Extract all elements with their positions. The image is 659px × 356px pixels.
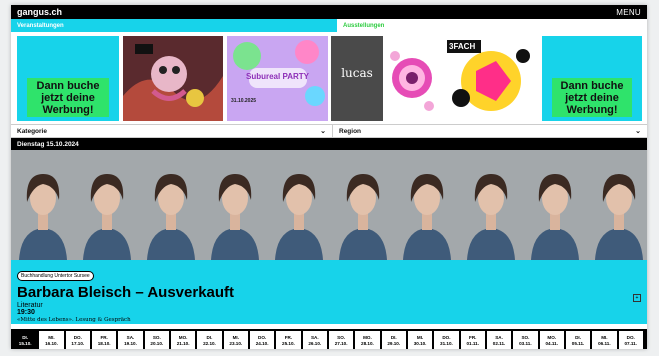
- day-date: 23.10.: [229, 340, 243, 346]
- ad-cta-right: Dann buche jetzt deine Werbung!: [552, 78, 632, 117]
- day-date: 28.10.: [361, 340, 374, 346]
- day-date: 22.10.: [203, 340, 216, 346]
- day-item[interactable]: SA. 02.11.: [486, 331, 514, 349]
- ad-placeholder-left[interactable]: Dann buche jetzt deine Werbung!: [17, 36, 119, 121]
- 3fach-word: 3FACH: [449, 42, 476, 51]
- day-item[interactable]: MO. 04.11.: [539, 331, 566, 349]
- day-item[interactable]: DI. 22.10.: [197, 331, 224, 349]
- poster-artwork-1[interactable]: [123, 36, 223, 121]
- chevron-down-icon: ⌄: [320, 128, 326, 135]
- region-dropdown[interactable]: Region ⌄: [333, 125, 647, 137]
- party-date: 31.10.2025: [231, 98, 257, 104]
- day-item[interactable]: DI. 29.10.: [381, 331, 408, 349]
- event-description: «Mitte des Lebens». Lesung & Gespräch: [17, 317, 131, 323]
- day-item[interactable]: SO. 03.11.: [513, 331, 540, 349]
- artwork-image: [123, 36, 223, 121]
- browser-page: gangus.ch MENU Veranstaltungen Ausstellu…: [11, 5, 647, 349]
- ad-carousel: Dann buche jetzt deine Werbung! Subureal…: [11, 32, 647, 124]
- portrait-image: [203, 150, 267, 260]
- day-selector: DI. 15.10. MI. 16.10. DO. 17.10. FR. 18.10. SA. 1…: [11, 329, 647, 349]
- day-date: 21.10.: [176, 340, 190, 346]
- portrait-image: [459, 150, 523, 260]
- ad-cta-left: Dann buche jetzt deine Werbung!: [27, 78, 109, 117]
- region-label: Region: [339, 127, 362, 135]
- top-bar: gangus.ch MENU: [11, 5, 647, 19]
- day-item[interactable]: FR. 01.11.: [460, 331, 487, 349]
- day-item[interactable]: DO. 17.10.: [65, 331, 92, 349]
- venue-tag[interactable]: Buchhandlung Untertor Sursee: [17, 271, 94, 281]
- day-item[interactable]: MO. 21.10.: [170, 331, 198, 349]
- flower-pattern-image: [390, 51, 434, 111]
- day-date: 19.10.: [124, 340, 137, 346]
- category-label: Kategorie: [17, 127, 47, 135]
- day-date: 01.11.: [466, 340, 479, 346]
- tab-ausstellungen[interactable]: Ausstellungen: [337, 19, 647, 32]
- category-dropdown[interactable]: Kategorie ⌄: [11, 125, 333, 137]
- day-item[interactable]: DO. 31.10.: [434, 331, 461, 349]
- date-heading: Dienstag 15.10.2024: [11, 138, 647, 150]
- day-date: 05.11.: [571, 340, 585, 346]
- portrait-image: [11, 150, 75, 260]
- day-date: 02.11.: [492, 340, 506, 346]
- day-item[interactable]: DI. 15.10.: [13, 331, 40, 349]
- day-date: 26.10.: [308, 340, 322, 346]
- day-date: 27.10.: [334, 340, 348, 346]
- portrait-image: [267, 150, 331, 260]
- site-logo[interactable]: gangus.ch: [17, 7, 62, 17]
- day-date: 30.10.: [413, 340, 427, 346]
- day-date: 04.11.: [545, 340, 558, 346]
- day-item[interactable]: SA. 26.10.: [302, 331, 329, 349]
- event-info-panel[interactable]: Buchhandlung Untertor Sursee Barbara Ble…: [11, 260, 647, 324]
- day-date: 18.10.: [97, 340, 111, 346]
- poster-3fach[interactable]: 3FACH: [441, 36, 539, 121]
- day-date: 31.10.: [440, 340, 453, 346]
- day-date: 03.11.: [519, 340, 532, 346]
- day-date: 20.10.: [150, 340, 164, 346]
- portrait-image: [395, 150, 459, 260]
- event-category: Literatur: [17, 302, 43, 309]
- day-date: 07.11.: [624, 340, 637, 346]
- day-item[interactable]: FR. 25.10.: [276, 331, 303, 349]
- portrait-image: [523, 150, 587, 260]
- day-date: 25.10.: [282, 340, 295, 346]
- party-title: Subureal PARTY: [246, 72, 309, 81]
- portrait-image: [75, 150, 139, 260]
- day-date: 29.10.: [387, 340, 401, 346]
- day-item[interactable]: MI. 16.10.: [39, 331, 66, 349]
- day-item[interactable]: MI. 06.11.: [592, 331, 619, 349]
- day-item[interactable]: FR. 18.10.: [91, 331, 119, 349]
- section-tabs: Veranstaltungen Ausstellungen: [11, 19, 647, 32]
- poster-flower[interactable]: [385, 36, 439, 121]
- day-item[interactable]: SO. 27.10.: [328, 331, 356, 349]
- day-date: 17.10.: [71, 340, 85, 346]
- day-item[interactable]: MO. 28.10.: [355, 331, 382, 349]
- filter-bar: Kategorie ⌄ Region ⌄: [11, 124, 647, 138]
- lucas-word: lucas: [341, 66, 373, 80]
- day-date: 16.10.: [45, 340, 58, 346]
- day-item[interactable]: SO. 20.10.: [144, 331, 171, 349]
- chevron-down-icon: ⌄: [635, 128, 641, 135]
- plus-icon[interactable]: +: [633, 294, 641, 302]
- day-item[interactable]: MI. 30.10.: [407, 331, 435, 349]
- day-item[interactable]: SA. 19.10.: [118, 331, 145, 349]
- tab-veranstaltungen[interactable]: Veranstaltungen: [11, 19, 337, 32]
- day-date: 24.10.: [255, 340, 269, 346]
- event-time: 19:30: [17, 309, 35, 316]
- day-item[interactable]: DI. 05.11.: [565, 331, 593, 349]
- day-item[interactable]: DO. 07.11.: [618, 331, 645, 349]
- poster-lucas[interactable]: lucas: [331, 36, 383, 121]
- event-title: Barbara Bleisch – Ausverkauft: [17, 284, 235, 301]
- event-hero-image[interactable]: [11, 150, 647, 260]
- day-date: 15.10.: [18, 340, 32, 346]
- day-date: 06.11.: [598, 340, 611, 346]
- ad-placeholder-right[interactable]: Dann buche jetzt deine Werbung!: [542, 36, 642, 121]
- poster-party[interactable]: Subureal PARTY 31.10.2025: [227, 36, 328, 121]
- day-item[interactable]: DO. 24.10.: [249, 331, 277, 349]
- portrait-image: [331, 150, 395, 260]
- portrait-image: [587, 150, 647, 260]
- day-item[interactable]: MI. 23.10.: [223, 331, 250, 349]
- menu-button[interactable]: MENU: [616, 8, 641, 17]
- portrait-image: [139, 150, 203, 260]
